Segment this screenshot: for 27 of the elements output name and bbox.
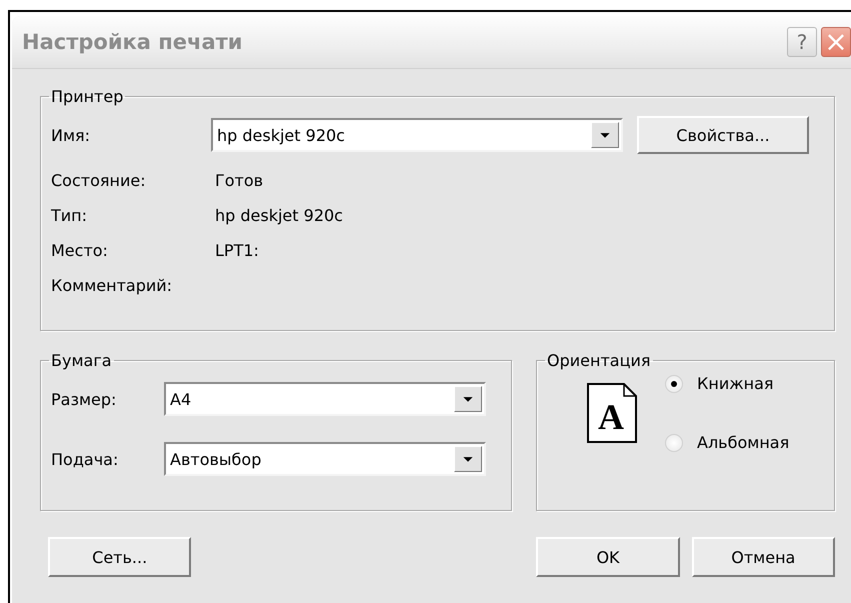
group-legend: Ориентация	[545, 351, 652, 370]
help-button[interactable]: ?	[787, 27, 817, 57]
info-label: Место:	[51, 241, 109, 260]
network-button[interactable]: Сеть...	[48, 537, 192, 577]
info-value: LPT1:	[215, 241, 259, 260]
field-label: Подача:	[51, 450, 120, 468]
page-icon: A	[587, 383, 637, 443]
radio-label: Книжная	[697, 374, 774, 393]
radio-label: Альбомная	[697, 433, 790, 452]
group-legend: Принтер	[49, 87, 126, 106]
info-label: Комментарий:	[51, 276, 174, 295]
group-legend: Бумага	[49, 351, 114, 370]
info-value: Готов	[215, 171, 264, 190]
orientation-radio[interactable]	[665, 374, 683, 392]
properties-button[interactable]: Свойства...	[637, 116, 809, 154]
info-label: Состояние:	[51, 171, 147, 190]
cancel-button[interactable]: Отмена	[692, 537, 835, 577]
paper-combo[interactable]: A4	[164, 382, 486, 416]
field-label: Размер:	[51, 390, 118, 408]
ok-button[interactable]: OK	[536, 537, 680, 577]
orientation-radio[interactable]	[665, 434, 683, 452]
window-title: Настройка печати	[22, 30, 244, 54]
field-label: Имя:	[51, 126, 92, 144]
paper-combo[interactable]: Автовыбор	[164, 442, 486, 476]
info-label: Тип:	[51, 206, 88, 225]
info-value: hp deskjet 920c	[215, 206, 343, 225]
printer-name-combo[interactable]: hp deskjet 920c	[211, 118, 623, 152]
